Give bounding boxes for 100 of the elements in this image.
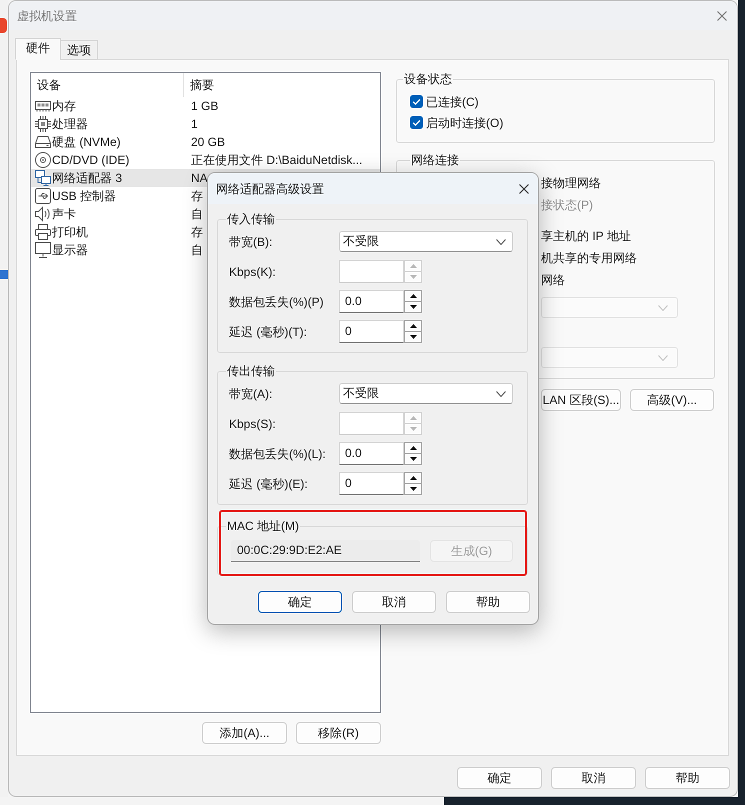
device-row[interactable]: 内存 1 GB [31, 97, 380, 115]
device-summary: 存 [191, 225, 203, 239]
dialog-button[interactable]: 确定 [258, 591, 342, 613]
device-row[interactable]: 硬盘 (NVMe) 20 GB [31, 133, 380, 151]
spin-up-button[interactable] [404, 472, 422, 484]
device-summary: 20 GB [191, 135, 226, 149]
field-label: 延迟 (毫秒)(T): [229, 324, 307, 338]
dropdown[interactable]: 不受限 [339, 383, 513, 404]
triangle-down-icon [410, 275, 416, 279]
device-row[interactable]: 处理器 1 [31, 115, 380, 133]
triangle-up-icon [410, 416, 416, 420]
spin-down-button[interactable] [404, 454, 422, 465]
device-name: 内存 [52, 98, 76, 115]
triangle-down-icon [410, 335, 416, 339]
tab[interactable]: 选项 [60, 40, 98, 60]
dialog-button[interactable]: 帮助 [645, 767, 730, 789]
device-name: USB 控制器 [52, 188, 116, 205]
field-label: 带宽(A): [229, 386, 272, 400]
triangle-up-icon [410, 476, 416, 480]
checkbox-label: 启动时连接(O) [426, 114, 504, 132]
disc-icon [35, 152, 51, 168]
number-field[interactable]: 0 [339, 320, 404, 343]
device-row[interactable]: CD/DVD (IDE) 正在使用文件 D:\BaiduNetdisk... [31, 151, 380, 169]
triangle-down-icon [410, 487, 416, 491]
dialog-button[interactable]: 帮助 [446, 591, 530, 613]
device-summary: 存 [191, 189, 203, 203]
device-summary: NA [191, 171, 208, 185]
group-title: MAC 地址(M) [226, 518, 300, 535]
dialog-button[interactable]: 高级(V)... [630, 389, 714, 411]
chevron-down-icon [496, 238, 506, 244]
field-label: Kbps(K): [229, 264, 276, 278]
chip-icon [35, 116, 51, 132]
usb-icon [35, 188, 51, 204]
dialog-button[interactable]: 取消 [352, 591, 436, 613]
device-summary: 1 GB [191, 99, 218, 113]
device-name: 声卡 [52, 206, 76, 223]
spin-down-button[interactable] [404, 332, 422, 343]
option-label: 享主机的 IP 地址 [541, 228, 631, 245]
triangle-down-icon [410, 427, 416, 431]
option-label: 机共享的专用网络 [541, 250, 637, 267]
number-field[interactable]: 0 [339, 472, 404, 495]
dialog-button[interactable]: LAN 区段(S)... [541, 389, 621, 411]
speaker-icon [35, 206, 51, 222]
device-summary: 正在使用文件 D:\BaiduNetdisk... [191, 153, 362, 167]
triangle-down-icon [410, 457, 416, 461]
spin-up-button[interactable] [404, 290, 422, 302]
dropdown[interactable]: 不受限 [339, 231, 513, 252]
network-icon [35, 170, 51, 186]
dialog-button[interactable]: 确定 [457, 767, 542, 789]
device-name: 显示器 [52, 242, 88, 259]
triangle-up-icon [410, 446, 416, 450]
triangle-up-icon [410, 324, 416, 328]
field-label: 带宽(B): [229, 234, 272, 248]
memory-module-icon [35, 98, 51, 114]
device-summary: 自 [191, 243, 203, 257]
triangle-down-icon [410, 305, 416, 309]
printer-icon [35, 224, 51, 240]
spin-down-button[interactable] [404, 484, 422, 495]
tab[interactable]: 硬件 [15, 38, 61, 60]
column-header: 摘要 [190, 78, 214, 92]
spin-down-button[interactable] [404, 302, 422, 313]
device-button[interactable]: 移除(R) [296, 722, 381, 744]
field-label: 延迟 (毫秒)(E): [229, 476, 308, 490]
device-name: 网络适配器 3 [52, 170, 122, 187]
group-title: 设备状态 [403, 71, 453, 88]
field-label: 数据包丢失(%)(P) [229, 294, 324, 308]
triangle-up-icon [410, 264, 416, 268]
field-label: Kbps(S): [229, 416, 276, 430]
triangle-up-icon [410, 294, 416, 298]
device-name: 处理器 [52, 116, 88, 133]
device-summary: 自 [191, 207, 203, 221]
checkbox[interactable] [410, 95, 423, 108]
group-title: 传入传输 [226, 211, 276, 228]
device-name: CD/DVD (IDE) [52, 152, 130, 169]
option-label: 接物理网络 [541, 175, 601, 192]
monitor-icon [35, 242, 51, 258]
mac-address-field[interactable]: 00:0C:29:9D:E2:AE [231, 540, 420, 562]
checkbox-label: 已连接(C) [426, 94, 479, 110]
spin-up-button[interactable] [404, 320, 422, 332]
chevron-down-icon [658, 354, 668, 360]
group-title: 传出传输 [226, 363, 276, 380]
number-field[interactable]: 0.0 [339, 442, 404, 465]
checkbox[interactable] [410, 116, 423, 129]
option-label: 网络 [541, 272, 565, 289]
device-summary: 1 [191, 117, 198, 131]
device-name: 硬盘 (NVMe) [52, 134, 121, 151]
spin-up-button[interactable] [404, 442, 422, 454]
chevron-down-icon [496, 390, 506, 396]
option-label: 接状态(P) [541, 197, 593, 214]
chevron-down-icon [658, 304, 668, 310]
close-icon[interactable] [519, 184, 529, 194]
device-button[interactable]: 添加(A)... [202, 722, 287, 744]
field-label: 数据包丢失(%)(L): [229, 446, 326, 460]
column-header: 设备 [37, 78, 61, 92]
device-name: 打印机 [52, 224, 88, 241]
drive-icon [35, 134, 51, 150]
dialog-button[interactable]: 取消 [551, 767, 636, 789]
number-field[interactable]: 0.0 [339, 290, 404, 313]
window-title: 虚拟机设置 [17, 8, 77, 24]
group-title: 网络连接 [410, 152, 460, 169]
